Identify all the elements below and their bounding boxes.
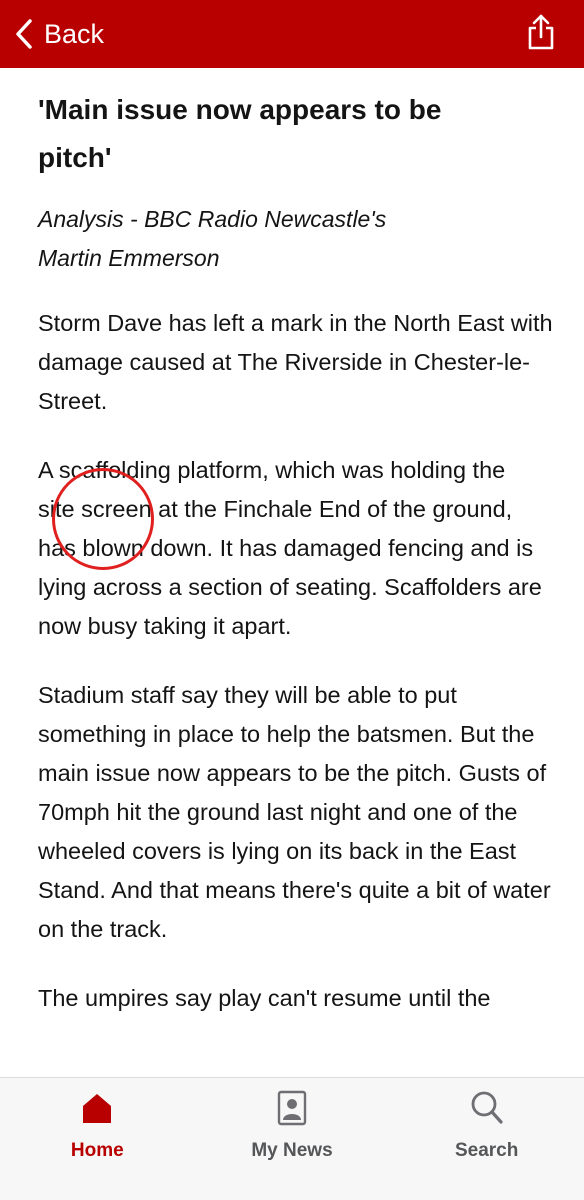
article-headline: 'Main issue now appears to be pitch': [38, 94, 442, 173]
share-icon: [526, 13, 556, 56]
article-paragraph: The umpires say play can't resume until …: [38, 985, 491, 1011]
article-paragraph: A scaffolding platform, which was holdin…: [38, 457, 542, 639]
search-icon: [470, 1088, 504, 1128]
tab-my-news[interactable]: My News: [195, 1078, 389, 1162]
article-paragraph: Storm Dave has left a mark in the North …: [38, 310, 553, 414]
article-body: 'Main issue now appears to be pitch' Ana…: [38, 86, 558, 1018]
back-label: Back: [44, 18, 105, 49]
tab-home[interactable]: Home: [0, 1078, 194, 1162]
share-button[interactable]: [526, 13, 556, 56]
tab-my-news-label: My News: [251, 1140, 333, 1161]
home-icon: [80, 1088, 114, 1128]
tab-search[interactable]: Search: [390, 1078, 584, 1162]
tab-search-label: Search: [454, 1140, 519, 1161]
article-paragraph: Stadium staff say they will be able to p…: [38, 682, 551, 942]
top-app-bar: Back: [0, 0, 584, 68]
article-byline: Analysis - BBC Radio Newcastle's Martin …: [38, 206, 387, 271]
chevron-left-icon: [14, 18, 34, 50]
my-news-icon: [277, 1088, 307, 1128]
bottom-tab-bar: Home My News Search: [0, 1077, 584, 1200]
tab-home-label: Home: [70, 1140, 124, 1161]
back-button[interactable]: Back: [14, 18, 104, 50]
